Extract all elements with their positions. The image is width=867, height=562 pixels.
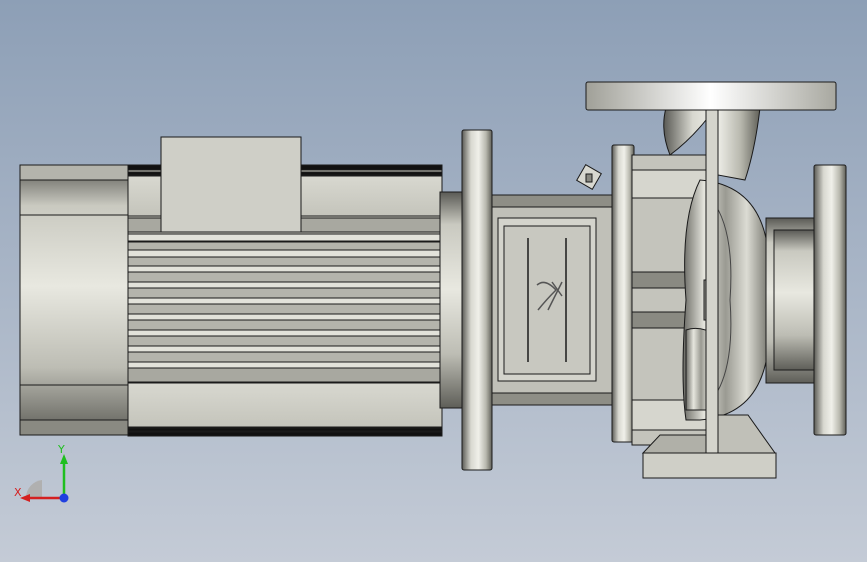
discharge-flange[interactable] [585, 81, 837, 111]
triad-x-label: X [14, 486, 22, 499]
cad-viewport[interactable]: Y X [0, 0, 867, 562]
motor-fan-cover[interactable] [19, 164, 131, 436]
motor-terminal-box[interactable] [160, 136, 302, 233]
motor-adapter-neck[interactable] [439, 191, 463, 409]
motor-cooling-fins [127, 217, 443, 383]
orientation-triad: Y X [14, 443, 69, 503]
pump-volute[interactable] [682, 179, 769, 421]
pump-model[interactable] [0, 0, 867, 562]
triad-y-axis [60, 454, 68, 498]
triad-y-label: Y [57, 443, 65, 456]
suction-flange[interactable] [813, 164, 847, 436]
triad-z-axis [59, 493, 69, 503]
motor-mounting-flange[interactable] [461, 129, 493, 471]
bearing-flange[interactable] [611, 144, 635, 443]
suction-nozzle[interactable] [765, 217, 817, 384]
vent-plug[interactable] [576, 164, 602, 190]
